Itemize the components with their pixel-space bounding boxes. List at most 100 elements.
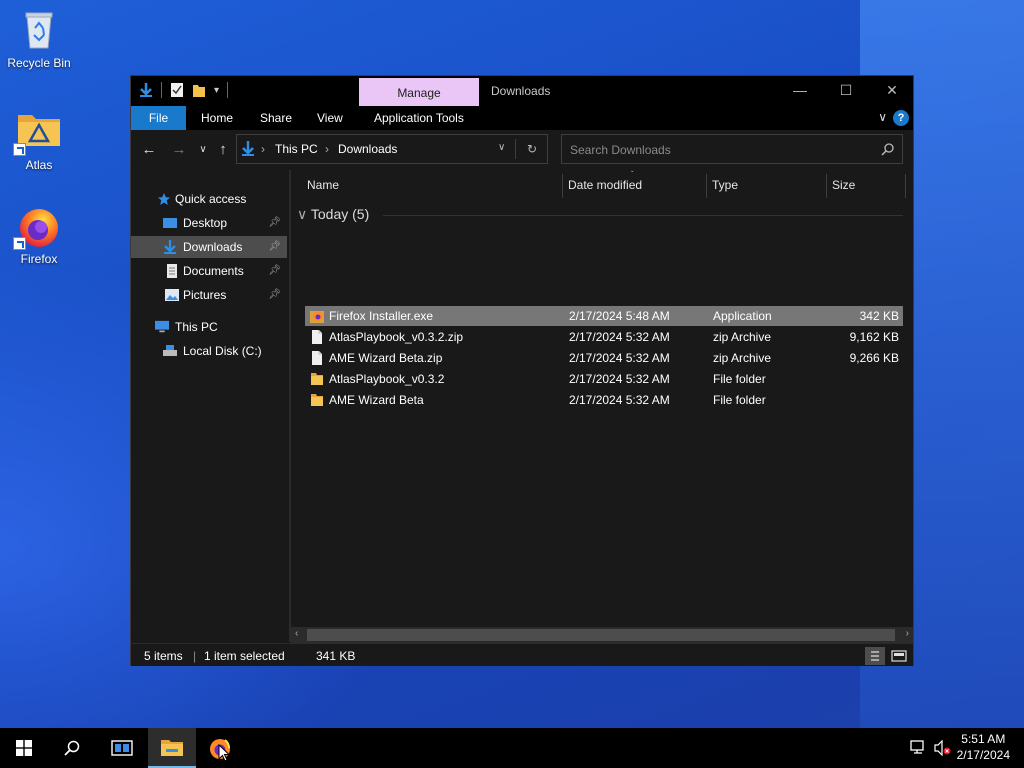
folder-icon	[161, 740, 183, 756]
column-header-name[interactable]: Name	[307, 170, 339, 200]
collapse-chevron-icon: ∨	[297, 206, 311, 222]
status-item-count: 5 items	[144, 649, 183, 663]
desktop-icon	[163, 218, 177, 228]
minimize-button[interactable]: ―	[777, 76, 823, 106]
tab-file[interactable]: File	[131, 106, 186, 130]
breadcrumb-downloads[interactable]: Downloads	[338, 142, 397, 156]
expand-ribbon-chevron-icon[interactable]: ∨	[878, 110, 887, 124]
group-label: Today (5)	[310, 206, 370, 222]
column-divider[interactable]	[706, 174, 707, 198]
table-row[interactable]: AtlasPlaybook_v0.3.2 2/17/2024 5:32 AM Fil…	[305, 369, 903, 389]
status-selection: 1 item selected	[204, 649, 285, 663]
file-name: AtlasPlaybook_v0.3.2.zip	[329, 330, 464, 344]
system-clock[interactable]: 5:51 AM 2/17/2024	[957, 731, 1010, 763]
column-header-size[interactable]: Size	[832, 170, 855, 200]
download-arrow-icon	[140, 83, 152, 97]
search-icon	[881, 143, 894, 156]
refresh-icon[interactable]: ↻	[527, 142, 537, 156]
mouse-cursor-icon	[218, 744, 230, 762]
breadcrumb-separator: ›	[261, 142, 265, 156]
address-history-chevron-icon[interactable]: ∨	[498, 142, 505, 153]
column-header-type[interactable]: Type	[712, 170, 738, 200]
desktop-icon-firefox[interactable]: Firefox	[1, 204, 77, 266]
ribbon-tabs: File Home Share View Application Tools ∨…	[131, 106, 913, 130]
sidebar-item-label: Pictures	[183, 288, 227, 302]
tab-manage-context[interactable]: Manage	[359, 78, 479, 106]
search-icon	[64, 740, 80, 756]
title-bar: ▾ Manage Downloads ― ☐ ✕	[131, 76, 913, 106]
desktop-icon-recycle-bin[interactable]: Recycle Bin	[1, 8, 77, 70]
breadcrumb-separator: ›	[325, 142, 329, 156]
sidebar-item-local-disk[interactable]: Local Disk (C:)	[131, 340, 287, 362]
sidebar-item-downloads[interactable]: Downloads 📌︎	[131, 236, 287, 258]
pin-icon[interactable]: 📌︎	[268, 260, 281, 282]
pin-icon[interactable]: 📌︎	[268, 284, 281, 306]
back-button[interactable]: ←	[139, 140, 159, 160]
forward-button[interactable]: →	[169, 140, 189, 160]
file-list: Name ˇ Date modified Type Size ∨ Today (…	[291, 170, 913, 642]
recycle-bin-icon	[17, 8, 61, 52]
horizontal-scrollbar[interactable]: ‹ ›	[291, 627, 913, 643]
clock-date: 2/17/2024	[956, 748, 1010, 762]
file-date-modified: 2/17/2024 5:48 AM	[569, 309, 670, 323]
pin-icon[interactable]: 📌︎	[268, 236, 281, 258]
scrollbar-thumb[interactable]	[307, 629, 895, 641]
maximize-button[interactable]: ☐	[823, 76, 869, 106]
shortcut-arrow-icon	[13, 143, 26, 156]
toolbar-separator	[227, 82, 229, 98]
search-input[interactable]: Search Downloads	[561, 134, 903, 164]
network-icon[interactable]	[910, 740, 928, 756]
task-view-button[interactable]	[98, 728, 146, 768]
breadcrumb-this-pc[interactable]: This PC	[275, 142, 318, 156]
folder-icon	[311, 373, 323, 385]
star-icon	[158, 193, 170, 205]
tab-view[interactable]: View	[305, 106, 355, 130]
scroll-left-icon[interactable]: ‹	[295, 628, 298, 639]
sidebar-item-documents[interactable]: Documents 📌︎	[131, 260, 287, 282]
close-button[interactable]: ✕	[869, 76, 915, 106]
sidebar-item-this-pc[interactable]: This PC	[131, 316, 287, 338]
group-header-today[interactable]: ∨ Today (5)	[297, 206, 369, 223]
recent-locations-chevron-icon[interactable]: ∨	[193, 140, 213, 160]
file-date-modified: 2/17/2024 5:32 AM	[569, 393, 670, 407]
taskbar-firefox[interactable]	[196, 728, 244, 768]
customize-toolbar-chevron-icon[interactable]: ▾	[214, 85, 219, 96]
tab-home[interactable]: Home	[189, 106, 245, 130]
scroll-right-icon[interactable]: ›	[906, 628, 909, 639]
volume-muted-icon[interactable]	[934, 740, 952, 756]
column-divider[interactable]	[562, 174, 563, 198]
tab-share[interactable]: Share	[248, 106, 304, 130]
column-header-date-modified[interactable]: Date modified	[568, 170, 642, 200]
file-type: zip Archive	[713, 330, 772, 344]
column-divider[interactable]	[905, 174, 906, 198]
sidebar-item-desktop[interactable]: Desktop 📌︎	[131, 212, 287, 234]
file-size: 342 KB	[859, 309, 899, 323]
pin-icon[interactable]: 📌︎	[268, 212, 281, 234]
table-row[interactable]: AME Wizard Beta.zip 2/17/2024 5:32 AM zip …	[305, 348, 903, 368]
properties-icon[interactable]	[170, 82, 184, 98]
search-button[interactable]	[48, 728, 96, 768]
up-button[interactable]: ↑	[213, 140, 233, 160]
taskbar-file-explorer[interactable]	[148, 728, 196, 768]
table-row[interactable]: AME Wizard Beta 2/17/2024 5:32 AM File fol…	[305, 390, 903, 410]
details-view-icon	[871, 651, 879, 661]
table-row[interactable]: Firefox Installer.exe 2/17/2024 5:48 AM Ap…	[305, 306, 903, 326]
sidebar-item-quick-access[interactable]: Quick access	[131, 188, 287, 210]
group-divider	[383, 215, 903, 216]
sidebar-item-label: Documents	[183, 264, 244, 278]
tab-application-tools[interactable]: Application Tools	[362, 106, 476, 130]
quick-access-toolbar: ▾	[139, 82, 229, 98]
new-folder-icon[interactable]	[192, 82, 206, 98]
start-button[interactable]	[0, 728, 48, 768]
table-row[interactable]: AtlasPlaybook_v0.3.2.zip 2/17/2024 5:32 A…	[305, 327, 903, 347]
file-name: Firefox Installer.exe	[329, 309, 434, 323]
help-icon[interactable]: ?	[893, 110, 909, 126]
desktop-icon-atlas[interactable]: Atlas	[1, 110, 77, 172]
details-view-button[interactable]	[865, 647, 885, 665]
column-divider[interactable]	[826, 174, 827, 198]
address-bar[interactable]: › This PC › Downloads ∨ ↻	[236, 134, 548, 164]
sidebar-item-pictures[interactable]: Pictures 📌︎	[131, 284, 287, 306]
large-icons-view-icon	[891, 650, 907, 662]
large-icons-view-button[interactable]	[889, 647, 909, 665]
file-name: AME Wizard Beta	[329, 393, 424, 407]
